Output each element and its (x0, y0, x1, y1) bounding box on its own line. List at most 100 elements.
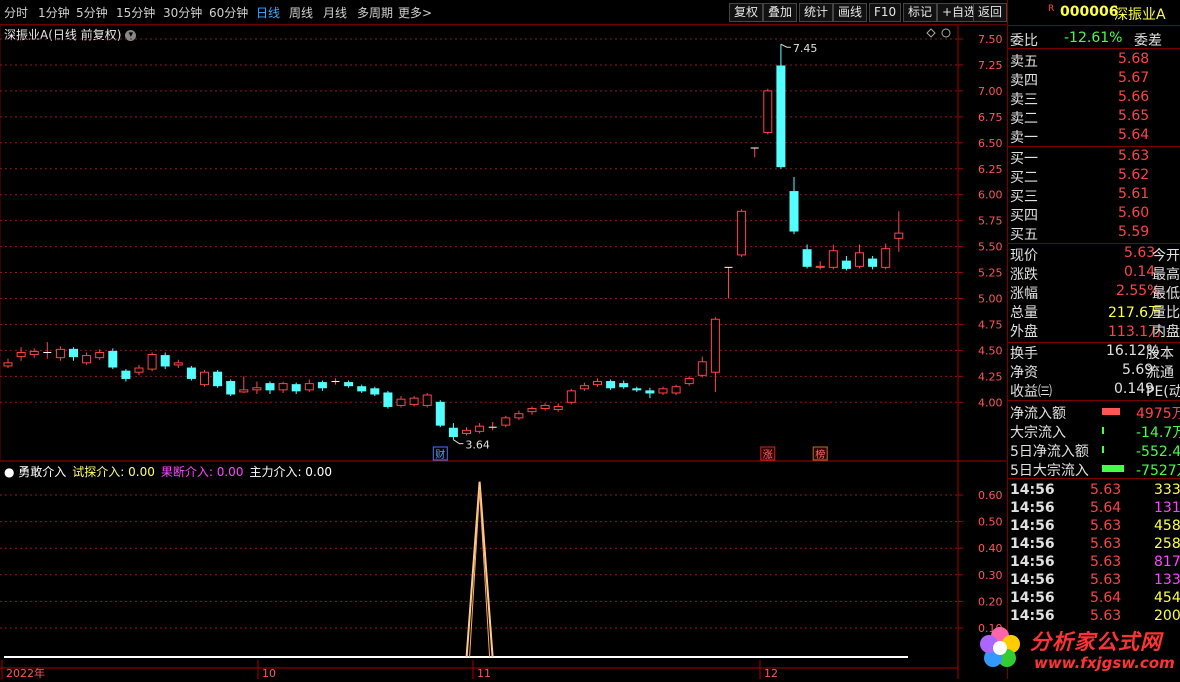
candle (501, 415, 511, 428)
candle-body (868, 258, 878, 267)
quote-row: 外盘 113.1万 内盘 (1008, 321, 1180, 340)
stat-row: 换手 16.12% 股本 (1008, 343, 1180, 362)
candle (370, 386, 380, 397)
candle (239, 376, 249, 393)
flow-value: -552.4万 (1136, 444, 1180, 460)
candle (658, 386, 668, 396)
flow-value: -14.7万 (1136, 425, 1180, 441)
candle (566, 388, 576, 405)
candle-body (737, 210, 747, 256)
tick-row: 14:56 5.63 458 (1008, 518, 1180, 536)
candle-body (370, 388, 380, 395)
candle (855, 244, 864, 269)
tick-time: 14:56 (1010, 482, 1055, 498)
candle-body (173, 362, 183, 366)
candle (422, 392, 432, 408)
x-tick-label: 12 (764, 667, 778, 679)
diamond-icon[interactable] (926, 28, 936, 38)
candle (802, 244, 812, 269)
ask-price: 5.65 (1118, 108, 1150, 124)
candle (200, 370, 209, 387)
candle (488, 422, 497, 431)
candle (95, 349, 105, 360)
candle (894, 211, 904, 252)
candle (828, 244, 838, 270)
tick-volume: 458 (1154, 518, 1180, 534)
logo-text: 分析家公式网 (1030, 630, 1162, 654)
candle-body (540, 404, 550, 410)
bid-label: 买三 (1010, 189, 1038, 205)
ask-label: 卖五 (1010, 54, 1038, 70)
bid-row: 买一 5.63 (1008, 148, 1180, 167)
candle (331, 378, 340, 385)
tick-time: 14:56 (1010, 500, 1055, 516)
quote-label: 现价 (1010, 248, 1038, 264)
candle-body (894, 232, 904, 239)
quote-value: 5.63 (1124, 245, 1156, 261)
kline-chart[interactable]: 7.50 7.25 7.00 6.75 6.50 6.25 6.00 5.75 5.50 5.25… (0, 0, 1006, 679)
quote-row: 涨跌 0.14 最高 (1008, 264, 1180, 283)
bid-price: 5.61 (1118, 186, 1150, 202)
y-tick-label: 6.25 (978, 163, 1003, 176)
ask-row: 卖一 5.64 (1008, 127, 1180, 146)
quote-panel: R 000006 深振业A 委比 -12.61% 委差 卖五 5.68 卖四 5.67 卖三 5.66… (1007, 0, 1180, 679)
tick-row: 14:56 5.63 1338 (1008, 572, 1180, 590)
weibi-row: 委比 -12.61% 委差 (1008, 30, 1180, 49)
candle (69, 347, 78, 361)
tick-time: 14:56 (1010, 572, 1055, 588)
candle-body (396, 398, 406, 406)
tick-price: 5.63 (1090, 554, 1122, 570)
ask-price: 5.66 (1118, 89, 1150, 105)
candle-body (252, 387, 262, 391)
tick-time: 14:56 (1010, 554, 1055, 570)
ask-price: 5.68 (1118, 51, 1150, 67)
candle-body (16, 351, 26, 358)
ask-price: 5.67 (1118, 70, 1150, 86)
candle-body (501, 417, 511, 426)
tick-row: 14:56 5.63 333 (1008, 482, 1180, 500)
ind-y-tick-label: 0.30 (978, 569, 1003, 582)
candle (579, 382, 589, 391)
x-tick-label: 2022年 (6, 666, 45, 679)
stat-label: 收益㈢ (1010, 384, 1052, 400)
bid-price: 5.60 (1118, 205, 1150, 221)
candle (841, 255, 851, 271)
candle (344, 380, 354, 388)
candle (737, 209, 747, 257)
quote-right-label: 内盘 (1152, 324, 1180, 340)
candle-body (855, 252, 864, 267)
bid-price: 5.62 (1118, 167, 1150, 183)
flow-row: 5日净流入额 -552.4万 (1008, 441, 1180, 460)
candle-body (29, 350, 39, 356)
bid-price: 5.63 (1118, 148, 1150, 164)
candle-body (658, 388, 668, 394)
ind-y-tick-label: 0.20 (978, 595, 1003, 608)
candle-body (448, 427, 458, 438)
candle (789, 177, 799, 235)
candle (776, 44, 786, 169)
candle-body (3, 362, 13, 367)
stat-right-label: 流通 (1146, 365, 1174, 381)
settings-dot-icon[interactable] (941, 28, 951, 38)
candle (671, 384, 681, 396)
candle-body (514, 413, 524, 419)
bid-row: 买五 5.59 (1008, 224, 1180, 243)
candle-body (462, 429, 471, 434)
stat-row: 收益㈢0.149PE(动) (1008, 381, 1180, 400)
ind-y-tick-label: 0.60 (978, 489, 1003, 502)
candle-body (134, 367, 144, 373)
y-tick-label: 5.25 (978, 267, 1003, 280)
candle-body (475, 425, 485, 432)
candle-body (69, 348, 78, 358)
flow-label: 大宗流入 (1010, 425, 1066, 441)
flow-label: 5日大宗流入 (1010, 463, 1089, 479)
candle (527, 406, 537, 415)
candle-body (55, 348, 65, 359)
low-pointer (453, 439, 464, 445)
indicator-legend-item: 试探介入: 0.00 (72, 465, 155, 479)
tick-price: 5.63 (1090, 482, 1122, 498)
candle-body (82, 355, 92, 364)
ask-price: 5.64 (1118, 127, 1150, 143)
candle (724, 266, 733, 299)
candle (632, 386, 642, 392)
